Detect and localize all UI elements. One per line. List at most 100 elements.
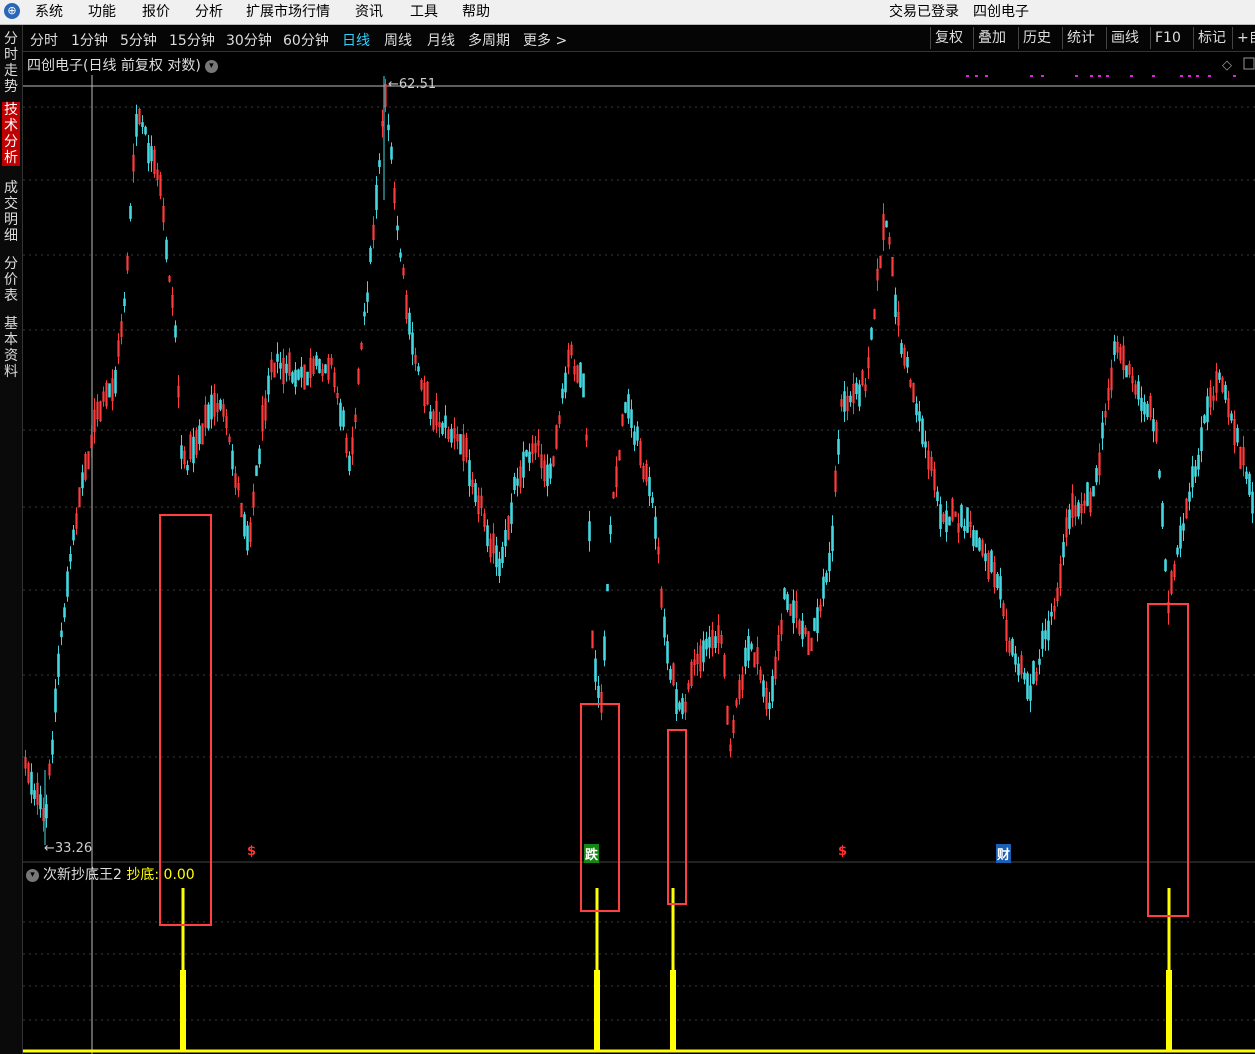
candle-body [291,372,294,383]
candle-body [1026,673,1029,700]
drop-marker-icon[interactable]: 跌 [584,844,600,863]
candle-body [939,504,942,530]
candle-body [1014,653,1017,665]
candle-body [129,205,132,219]
signal-spike-base [180,970,186,1051]
candle-body [141,122,144,127]
candle-body [66,571,69,597]
candle-body [300,366,303,378]
candle-body [1251,491,1254,514]
candle-body [630,409,633,428]
highlight-boxes [159,514,1189,926]
candle-body [348,455,351,471]
signal-series [23,888,1255,1053]
candle-body [750,643,753,650]
candle-body [999,576,1002,600]
candle-body [1206,396,1209,423]
chevron-down-icon[interactable]: ▾ [26,868,39,882]
candle-body [582,373,585,398]
candle-body [450,428,453,443]
window-toggle-icon[interactable] [1243,57,1255,70]
candle-body [1062,542,1065,558]
candle-body [186,465,189,471]
candle-body [1137,381,1140,400]
candle-body [513,476,516,491]
candle-body [444,415,447,428]
candle-body [561,388,564,399]
candle-body [30,771,33,795]
candle-body [231,450,234,470]
candle-body [63,607,66,618]
candle-body [387,124,390,131]
dollar-marker-icon[interactable]: $ [247,844,256,859]
candle-body [666,641,669,664]
candle-body [339,402,342,427]
candle-body [1041,630,1044,649]
candle-body [474,483,477,503]
candle-body [747,636,750,661]
marker-dot [1075,75,1078,77]
high-price-label: ←62.51 [388,77,436,92]
grid-lines [23,106,1255,1021]
candle-body [285,363,288,374]
candle-body [603,636,606,661]
candle-body [822,576,825,599]
candle-body [1158,470,1161,478]
candle-body [57,653,60,677]
candle-body [318,358,321,373]
candle-body [516,478,519,486]
candle-body [114,369,117,394]
candle-body [51,739,54,755]
candle-body [975,530,978,548]
indicator-name: 次新抄底王2 [43,867,122,883]
candle-body [174,325,177,338]
candle-body [1194,466,1197,477]
candle-body [966,507,969,533]
candle-body [678,702,681,710]
candle-body [1038,658,1041,665]
candle-body [708,636,711,648]
candle-body [633,431,636,445]
candle-body [1152,419,1155,432]
dollar-marker-icon-2[interactable]: $ [838,844,847,859]
candle-body [978,538,981,551]
candle-body [1017,663,1020,676]
candle-body [768,702,771,709]
diamond-icon[interactable]: ◇ [1222,58,1232,73]
candle-body [813,618,816,631]
candle-body [150,146,153,162]
candle-body [486,525,489,547]
candle-body [588,521,591,542]
candle-body [1218,372,1221,380]
candle-body [801,620,804,640]
candle-body [1224,384,1227,400]
finance-marker-icon[interactable]: 财 [996,844,1012,863]
candle-body [1086,482,1089,506]
candle-body [579,362,582,388]
candle-body [960,504,963,527]
chart-canvas[interactable]: ←62.51 ←33.26 ◇ [0,0,1255,1054]
candle-body [276,353,279,362]
candle-body [1164,559,1167,572]
marker-dot [1030,75,1033,77]
candle-body [945,510,948,533]
candle-body [498,558,501,577]
candle-body [207,404,210,429]
marker-dot [1152,75,1155,77]
candle-body [468,460,471,487]
candle-body [408,312,411,335]
candle-body [918,411,921,422]
candle-body [636,426,639,441]
candle-body [144,126,147,135]
candle-body [744,647,747,667]
candle-body [1161,503,1164,527]
marker-dots [966,75,1236,77]
candle-body [1230,413,1233,421]
candle-body [663,616,666,638]
candle-body [429,411,432,419]
candle-body [549,463,552,479]
marker-dot [1208,75,1211,77]
candle-body [972,530,975,547]
candle-body [651,497,654,503]
candle-body [1050,611,1053,617]
